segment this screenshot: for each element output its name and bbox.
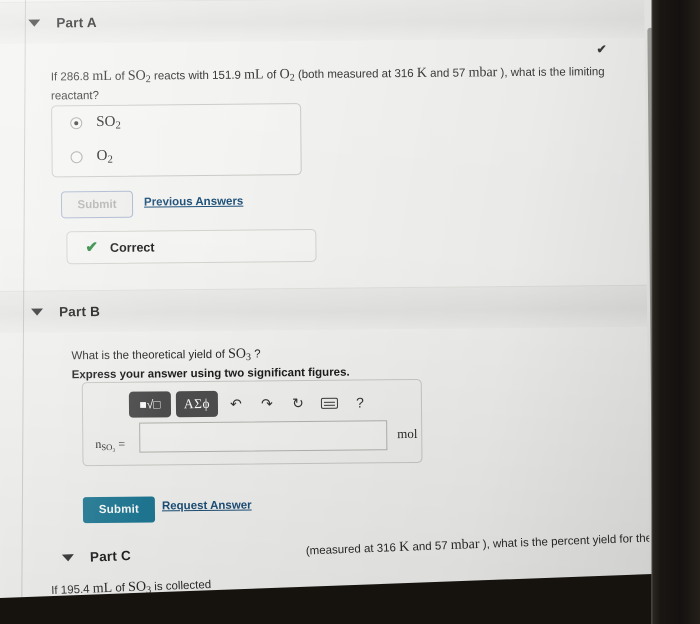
previous-answers-link[interactable]: Previous Answers [144,196,243,209]
paren-open: (measured at [302,542,377,558]
of-2: of [263,69,280,82]
keyboard-button[interactable] [316,391,342,415]
request-answer-link[interactable]: Request Answer [162,500,252,513]
volume-1-unit: mL [92,68,112,85]
part-b-submit-button[interactable]: Submit [82,496,156,524]
pressure-value: 57 [452,67,466,80]
greek-symbols-button[interactable]: ΑΣϕ [175,390,219,418]
part-a-submit-button[interactable]: Submit [60,190,134,219]
part-a-title: Part A [56,15,97,31]
part-a-question: If 286.8 mL of SO2 reacts with 151.9 mL … [51,62,611,105]
pressure-unit: mbar [468,65,498,81]
help-button[interactable]: ? [347,390,373,414]
question-tail: ? [250,348,261,361]
feedback-label: Correct [109,239,155,255]
redo-button[interactable]: ↷ [254,391,280,415]
temperature-value: 316 [376,542,397,555]
math-toolbar: ■√□ ΑΣϕ ↶ ↷ ↻ ? [128,388,373,418]
temperature-value: 316 [394,67,414,81]
caret-down-icon[interactable] [61,553,75,562]
mastering-chemistry-page: Part A ✔ If 286.8 mL of SO2 reacts with … [0,0,673,624]
temperature-unit: K [416,65,428,81]
pressure-unit: mbar [450,536,480,554]
volume-2-value: 151.9 [212,69,241,82]
volume-2-unit: mL [244,67,264,83]
part-b-answer-card: ■√□ ΑΣϕ ↶ ↷ ↻ ? nSO₃ = mol [81,378,423,467]
undo-button[interactable]: ↶ [223,392,249,416]
browser-screen: Part A ✔ If 286.8 mL of SO2 reacts with … [0,0,673,624]
answer-unit-label: mol [397,425,418,442]
species-1: SO2 [127,68,151,86]
part-b-header[interactable]: Part B [0,284,658,333]
and-text: and [409,540,436,554]
radio-o2[interactable] [70,151,83,164]
monitor-bezel-highlight [651,0,654,624]
answer-input[interactable] [139,420,388,453]
part-a-feedback-banner: ✔ Correct [66,228,317,265]
of-1: of [111,70,128,83]
caret-down-icon[interactable] [31,308,44,316]
monitor-bezel-right [652,0,700,624]
species-so3: SO3 [228,346,252,364]
volume-1-value: 286.8 [60,71,90,84]
part-a-check-icon: ✔ [596,42,607,57]
template-radical-button[interactable]: ■√□ [128,391,172,418]
answer-variable-label: nSO₃ = [95,436,126,453]
part-a-header[interactable]: Part A [0,0,655,44]
photo-of-screen: Part A ✔ If 286.8 mL of SO2 reacts with … [0,0,700,624]
reset-button[interactable]: ↻ [285,391,311,415]
keyboard-icon [320,397,338,409]
check-icon: ✔ [85,239,99,257]
part-b-title: Part B [58,303,101,320]
choice-row-o2[interactable]: O2 [52,138,300,174]
paren-close: ), what is the percent yield for the rea… [482,531,673,551]
species-2: O2 [279,67,295,84]
paren-open: (both measured at [294,68,395,82]
question-prefix: If [50,71,61,84]
part-b-question: What is the theoretical yield of SO3 ? [71,344,260,367]
choice-label-so2: SO2 [96,113,121,132]
part-c-body: Part C xxxxxxxxxxxxxxxxxxxxxxxxxxxxxxxxx… [0,514,672,612]
question-lead: What is the theoretical yield of [71,348,229,363]
pressure-value: 57 [434,540,448,553]
part-a-choice-card: SO2 O2 [51,103,302,178]
reacts-with-text: reacts with [150,69,213,83]
and-text: and [426,67,453,80]
caret-down-icon[interactable] [28,19,41,27]
choice-row-so2[interactable]: SO2 [52,104,300,140]
radio-so2[interactable] [70,117,83,130]
choice-label-o2: O2 [96,148,113,166]
